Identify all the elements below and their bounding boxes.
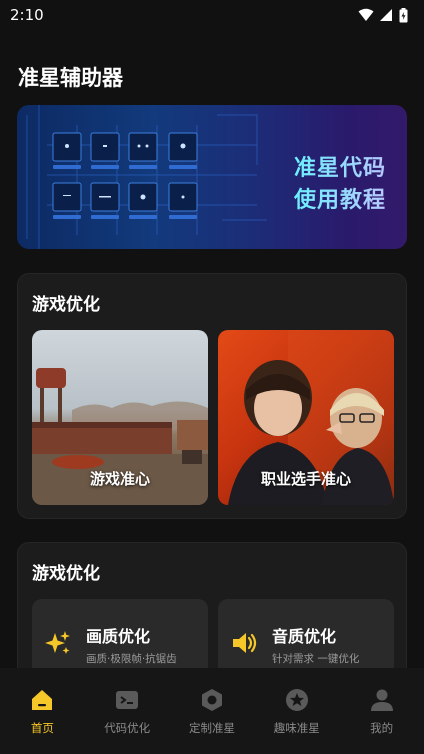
tab-label: 首页 (30, 721, 54, 735)
tab-label: 我的 (370, 721, 394, 735)
feature-subtitle: 针对需求 一键优化 (272, 653, 360, 665)
game-optimization-section: 游戏优化 游戏准心 职业选手准心 (17, 273, 407, 519)
game-crosshair-tile[interactable]: 游戏准心 (32, 330, 208, 505)
quality-optimization-section: 游戏优化 画质优化 画质·极限帧·抗锯齿 音质优化 针对需求 一键优化 (17, 542, 407, 683)
sparkle-icon (45, 631, 70, 654)
feature-name: 音质优化 (272, 627, 337, 646)
banner-title-line2: 使用教程 (294, 182, 386, 214)
tab-label: 趣味准星 (273, 721, 320, 735)
section-title: 游戏优化 (32, 564, 100, 584)
status-time: 2:10 (10, 6, 44, 24)
tab-custom-crosshair[interactable]: 定制准星 (170, 668, 255, 754)
hexagon-icon (201, 689, 222, 711)
pro-player-crosshair-tile[interactable]: 职业选手准心 (218, 330, 394, 505)
tab-code-optimization[interactable]: 代码优化 (85, 668, 170, 754)
tab-home[interactable]: 首页 (0, 668, 85, 754)
battery-icon (399, 7, 408, 22)
home-icon (32, 690, 53, 710)
banner-title-line1: 准星代码 (294, 150, 386, 182)
app-title: 准星辅助器 (18, 66, 123, 90)
feature-subtitle: 画质·极限帧·抗锯齿 (86, 653, 177, 665)
speaker-icon (233, 633, 257, 653)
status-icons (358, 7, 408, 23)
tab-mine[interactable]: 我的 (339, 668, 424, 754)
status-bar: 2:10 (0, 0, 424, 30)
user-icon (370, 689, 393, 711)
signal-icon (380, 9, 392, 21)
tab-fun-crosshair[interactable]: 趣味准星 (254, 668, 339, 754)
tile-label: 职业选手准心 (260, 470, 351, 488)
section-title: 游戏优化 (32, 295, 100, 315)
tile-label: 游戏准心 (89, 470, 150, 488)
terminal-icon (116, 691, 139, 709)
star-icon (285, 689, 308, 711)
feature-name: 画质优化 (86, 627, 151, 646)
tab-label: 代码优化 (104, 721, 151, 735)
bottom-tab-bar: 首页 代码优化 定制准星 趣味准星 我的 (0, 668, 424, 754)
wifi-icon (358, 8, 374, 21)
tab-label: 定制准星 (188, 721, 235, 735)
